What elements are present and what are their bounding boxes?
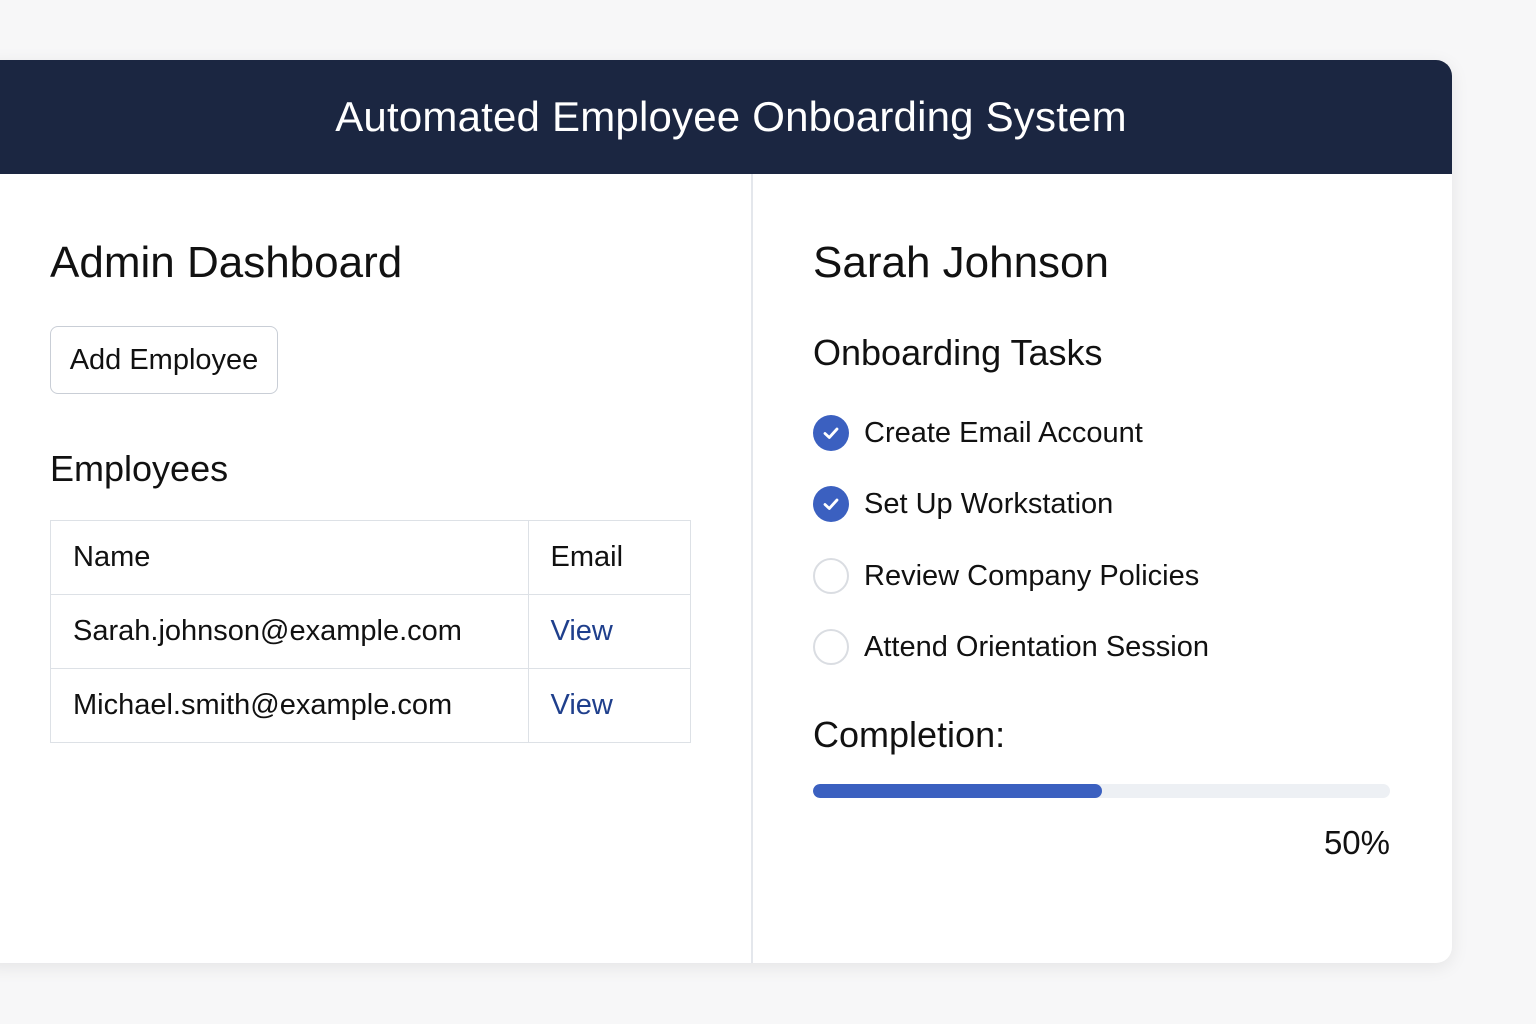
view-link[interactable]: View [551, 615, 613, 647]
task-item[interactable]: Review Company Policies [813, 556, 1199, 596]
column-header-email: Email [527, 520, 691, 595]
column-header-name: Name [50, 520, 529, 595]
app-title: Automated Employee Onboarding System [335, 93, 1127, 140]
task-label: Set Up Workstation [864, 487, 1114, 520]
task-item[interactable]: Attend Orientation Session [813, 627, 1209, 667]
employee-email-cell: Sarah.johnson@example.com [50, 594, 529, 669]
completion-progress-bar [813, 784, 1390, 798]
table-header-row: Name Email [50, 520, 691, 595]
add-employee-button[interactable]: Add Employee [50, 326, 278, 394]
panel-divider [751, 174, 753, 963]
completion-percentage: 50% [1323, 824, 1390, 861]
admin-dashboard-title: Admin Dashboard [50, 238, 403, 287]
table-row: Michael.smith@example.com View [50, 668, 691, 743]
task-item[interactable]: Set Up Workstation [813, 484, 1113, 524]
completion-progress-fill [813, 784, 1102, 798]
empty-circle-icon[interactable] [813, 558, 849, 594]
task-label: Attend Orientation Session [864, 630, 1209, 663]
view-cell: View [527, 668, 691, 743]
task-item[interactable]: Create Email Account [813, 413, 1143, 453]
app-header: Automated Employee Onboarding System [0, 60, 1452, 174]
empty-circle-icon[interactable] [813, 629, 849, 665]
app-window: Automated Employee Onboarding System Adm… [0, 60, 1452, 963]
task-label: Create Email Account [864, 416, 1143, 449]
main-content: Admin Dashboard Add Employee Employees N… [0, 174, 1452, 963]
employee-email-cell: Michael.smith@example.com [50, 668, 529, 743]
check-circle-icon[interactable] [813, 415, 849, 451]
view-link[interactable]: View [551, 689, 613, 721]
employee-name: Sarah Johnson [813, 238, 1109, 287]
view-cell: View [527, 594, 691, 669]
employees-heading: Employees [50, 448, 229, 489]
table-row: Sarah.johnson@example.com View [50, 594, 691, 669]
task-label: Review Company Policies [864, 559, 1200, 592]
employees-table: Name Email Sarah.johnson@example.com Vie… [50, 520, 691, 743]
onboarding-tasks-heading: Onboarding Tasks [813, 332, 1103, 373]
completion-label: Completion: [813, 714, 1006, 755]
check-circle-icon[interactable] [813, 486, 849, 522]
